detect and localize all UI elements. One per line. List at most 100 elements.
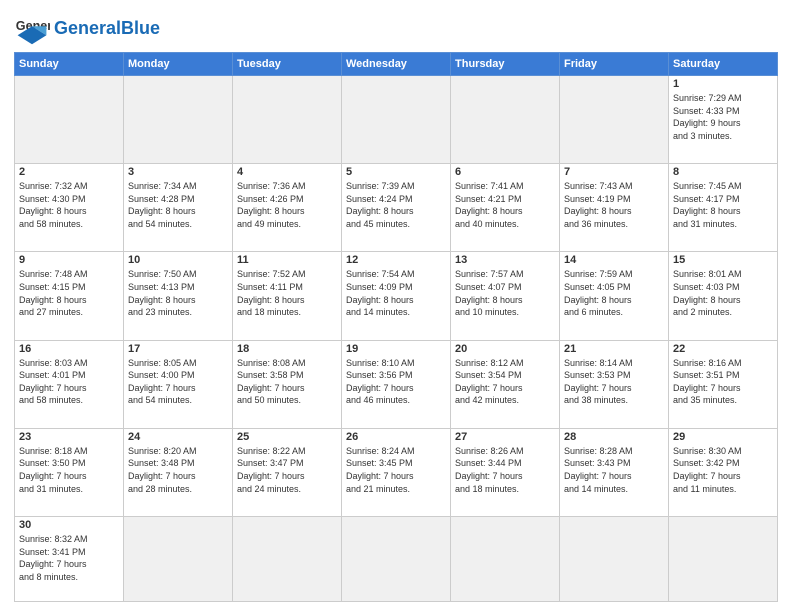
day-info: Sunrise: 8:32 AMSunset: 3:41 PMDaylight:…: [19, 533, 119, 583]
day-number: 23: [19, 431, 119, 443]
day-info: Sunrise: 8:20 AMSunset: 3:48 PMDaylight:…: [128, 445, 228, 495]
empty-cell: [342, 76, 451, 164]
day-info: Sunrise: 8:28 AMSunset: 3:43 PMDaylight:…: [564, 445, 664, 495]
logo-text: GeneralBlue: [54, 19, 160, 37]
day-info: Sunrise: 7:32 AMSunset: 4:30 PMDaylight:…: [19, 180, 119, 230]
empty-cell: [342, 516, 451, 601]
empty-cell: [233, 76, 342, 164]
day-info: Sunrise: 7:48 AMSunset: 4:15 PMDaylight:…: [19, 268, 119, 318]
weekday-header-tuesday: Tuesday: [233, 53, 342, 76]
day-number: 22: [673, 343, 773, 355]
calendar-week-4: 16 Sunrise: 8:03 AMSunset: 4:01 PMDayligh…: [15, 340, 778, 428]
empty-cell: [124, 76, 233, 164]
day-info: Sunrise: 8:26 AMSunset: 3:44 PMDaylight:…: [455, 445, 555, 495]
day-number: 11: [237, 254, 337, 266]
day-number: 12: [346, 254, 446, 266]
day-number: 15: [673, 254, 773, 266]
calendar-week-6: 30 Sunrise: 8:32 AMSunset: 3:41 PMDayligh…: [15, 516, 778, 601]
empty-cell: [669, 516, 778, 601]
day-number: 20: [455, 343, 555, 355]
weekday-header-saturday: Saturday: [669, 53, 778, 76]
day-info: Sunrise: 8:30 AMSunset: 3:42 PMDaylight:…: [673, 445, 773, 495]
day-cell-5: 5 Sunrise: 7:39 AMSunset: 4:24 PMDaylight…: [342, 164, 451, 252]
day-info: Sunrise: 8:22 AMSunset: 3:47 PMDaylight:…: [237, 445, 337, 495]
day-info: Sunrise: 7:39 AMSunset: 4:24 PMDaylight:…: [346, 180, 446, 230]
day-number: 21: [564, 343, 664, 355]
day-cell-9: 9 Sunrise: 7:48 AMSunset: 4:15 PMDaylight…: [15, 252, 124, 340]
weekday-header-sunday: Sunday: [15, 53, 124, 76]
logo-icon: General: [14, 10, 50, 46]
weekday-header-thursday: Thursday: [451, 53, 560, 76]
weekday-header-row: SundayMondayTuesdayWednesdayThursdayFrid…: [15, 53, 778, 76]
day-number: 3: [128, 166, 228, 178]
day-number: 27: [455, 431, 555, 443]
day-cell-17: 17 Sunrise: 8:05 AMSunset: 4:00 PMDayligh…: [124, 340, 233, 428]
day-number: 6: [455, 166, 555, 178]
empty-cell: [124, 516, 233, 601]
day-cell-13: 13Sunrise: 7:57 AMSunset: 4:07 PMDayligh…: [451, 252, 560, 340]
day-info: Sunrise: 8:16 AMSunset: 3:51 PMDaylight:…: [673, 357, 773, 407]
day-number: 9: [19, 254, 119, 266]
day-cell-26: 26 Sunrise: 8:24 AMSunset: 3:45 PMDayligh…: [342, 428, 451, 516]
day-number: 26: [346, 431, 446, 443]
weekday-header-monday: Monday: [124, 53, 233, 76]
day-cell-8: 8Sunrise: 7:45 AMSunset: 4:17 PMDaylight…: [669, 164, 778, 252]
day-info: Sunrise: 7:34 AMSunset: 4:28 PMDaylight:…: [128, 180, 228, 230]
day-cell-10: 10Sunrise: 7:50 AMSunset: 4:13 PMDayligh…: [124, 252, 233, 340]
day-info: Sunrise: 7:41 AMSunset: 4:21 PMDaylight:…: [455, 180, 555, 230]
day-number: 7: [564, 166, 664, 178]
day-number: 8: [673, 166, 773, 178]
day-cell-30: 30 Sunrise: 8:32 AMSunset: 3:41 PMDayligh…: [15, 516, 124, 601]
day-cell-6: 6 Sunrise: 7:41 AMSunset: 4:21 PMDaylight…: [451, 164, 560, 252]
day-cell-16: 16 Sunrise: 8:03 AMSunset: 4:01 PMDayligh…: [15, 340, 124, 428]
logo: General GeneralBlue: [14, 10, 160, 46]
day-cell-22: 22 Sunrise: 8:16 AMSunset: 3:51 PMDayligh…: [669, 340, 778, 428]
calendar-week-5: 23 Sunrise: 8:18 AMSunset: 3:50 PMDayligh…: [15, 428, 778, 516]
day-info: Sunrise: 7:59 AMSunset: 4:05 PMDaylight:…: [564, 268, 664, 318]
day-number: 5: [346, 166, 446, 178]
day-cell-19: 19Sunrise: 8:10 AMSunset: 3:56 PMDayligh…: [342, 340, 451, 428]
weekday-header-wednesday: Wednesday: [342, 53, 451, 76]
calendar-page: General GeneralBlue SundayMondayTuesdayW…: [0, 0, 792, 612]
day-number: 1: [673, 78, 773, 90]
day-cell-28: 28Sunrise: 8:28 AMSunset: 3:43 PMDayligh…: [560, 428, 669, 516]
day-cell-1: 1Sunrise: 7:29 AMSunset: 4:33 PMDaylight…: [669, 76, 778, 164]
header: General GeneralBlue: [14, 10, 778, 46]
day-cell-15: 15Sunrise: 8:01 AMSunset: 4:03 PMDayligh…: [669, 252, 778, 340]
day-info: Sunrise: 8:24 AMSunset: 3:45 PMDaylight:…: [346, 445, 446, 495]
day-info: Sunrise: 7:36 AMSunset: 4:26 PMDaylight:…: [237, 180, 337, 230]
day-number: 13: [455, 254, 555, 266]
day-info: Sunrise: 7:54 AMSunset: 4:09 PMDaylight:…: [346, 268, 446, 318]
empty-cell: [560, 76, 669, 164]
day-cell-3: 3 Sunrise: 7:34 AMSunset: 4:28 PMDaylight…: [124, 164, 233, 252]
day-number: 30: [19, 519, 119, 531]
day-cell-4: 4Sunrise: 7:36 AMSunset: 4:26 PMDaylight…: [233, 164, 342, 252]
day-number: 16: [19, 343, 119, 355]
day-cell-25: 25 Sunrise: 8:22 AMSunset: 3:47 PMDayligh…: [233, 428, 342, 516]
day-cell-18: 18Sunrise: 8:08 AMSunset: 3:58 PMDayligh…: [233, 340, 342, 428]
day-number: 25: [237, 431, 337, 443]
day-cell-2: 2 Sunrise: 7:32 AMSunset: 4:30 PMDaylight…: [15, 164, 124, 252]
calendar-week-3: 9 Sunrise: 7:48 AMSunset: 4:15 PMDaylight…: [15, 252, 778, 340]
weekday-header-friday: Friday: [560, 53, 669, 76]
day-cell-20: 20Sunrise: 8:12 AMSunset: 3:54 PMDayligh…: [451, 340, 560, 428]
day-number: 2: [19, 166, 119, 178]
day-info: Sunrise: 8:05 AMSunset: 4:00 PMDaylight:…: [128, 357, 228, 407]
day-cell-24: 24Sunrise: 8:20 AMSunset: 3:48 PMDayligh…: [124, 428, 233, 516]
empty-cell: [451, 516, 560, 601]
day-info: Sunrise: 8:14 AMSunset: 3:53 PMDaylight:…: [564, 357, 664, 407]
day-cell-27: 27 Sunrise: 8:26 AMSunset: 3:44 PMDayligh…: [451, 428, 560, 516]
day-info: Sunrise: 8:03 AMSunset: 4:01 PMDaylight:…: [19, 357, 119, 407]
day-cell-23: 23 Sunrise: 8:18 AMSunset: 3:50 PMDayligh…: [15, 428, 124, 516]
day-info: Sunrise: 7:43 AMSunset: 4:19 PMDaylight:…: [564, 180, 664, 230]
day-cell-29: 29 Sunrise: 8:30 AMSunset: 3:42 PMDayligh…: [669, 428, 778, 516]
day-cell-12: 12 Sunrise: 7:54 AMSunset: 4:09 PMDayligh…: [342, 252, 451, 340]
day-info: Sunrise: 8:18 AMSunset: 3:50 PMDaylight:…: [19, 445, 119, 495]
empty-cell: [233, 516, 342, 601]
empty-cell: [15, 76, 124, 164]
day-cell-11: 11Sunrise: 7:52 AMSunset: 4:11 PMDayligh…: [233, 252, 342, 340]
day-cell-21: 21 Sunrise: 8:14 AMSunset: 3:53 PMDayligh…: [560, 340, 669, 428]
day-number: 29: [673, 431, 773, 443]
day-info: Sunrise: 7:50 AMSunset: 4:13 PMDaylight:…: [128, 268, 228, 318]
day-number: 17: [128, 343, 228, 355]
